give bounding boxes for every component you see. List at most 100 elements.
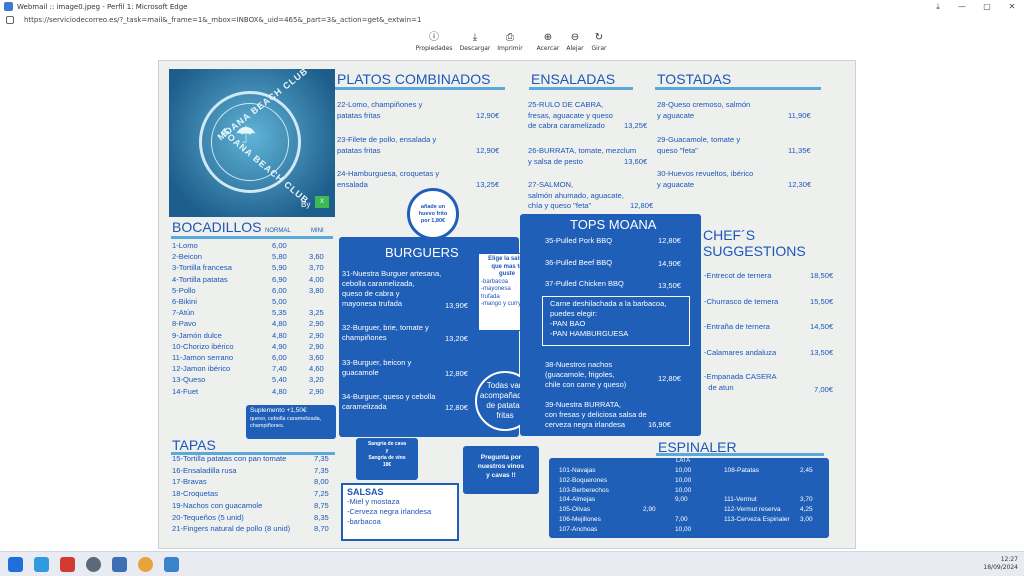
title-bar: Webmail :: image0.jpeg - Perfil 1: Micro… [0,0,1024,13]
tapa-name: 17-Bravas [172,477,207,487]
bocadillo-normal: 6,00 [272,353,287,362]
bocadillo-name: 11-Jamon serrano [172,353,234,362]
chef-item: -Entraña de ternera [704,322,770,331]
download-indicator-icon[interactable]: ⤓ [926,0,950,13]
egg-badge: añade un huevo frito por 1,80€ [407,188,459,240]
tostadas-title: TOSTADAS [657,71,732,87]
start-icon[interactable] [8,557,23,572]
espinaler-col: LATA [676,458,691,464]
ensaladas-item: 27-SALMON, salmón ahumado, aguacate, chía … [528,180,624,210]
umbrella-icon: ☂ [235,122,257,149]
espinaler-item: 108-Patatas [724,467,760,474]
tapas-title: TAPAS [172,437,216,453]
tops-title: TOPS MOANA [570,217,657,232]
ensaladas-item: 26-BURRATA, tomate, mezclum y salsa de pe… [528,146,637,166]
espinaler-item: 106-Mejillones [559,516,601,523]
menu-image: MOANA BEACH CLUB MOANA BEACH CLUB ☂ By X… [158,60,856,549]
chrome-icon[interactable] [138,557,153,572]
salsas-box: SALSAS -Miel y mostaza -Cerveza negra irl… [341,483,459,541]
logo-by: By [301,200,311,209]
address-bar[interactable]: https://serviciodecorreo.es/?_task=mail&… [0,13,1024,27]
burguer-item: 31-Nuestra Burguer artesana, cebolla cara… [342,269,442,308]
bocadillos-title: BOCADILLOS [172,219,262,235]
chef-item: -Entrecot de ternera [704,271,772,280]
burguer-item: 33-Burguer, beicon y guacamole [342,358,412,377]
tops-item: 37-Pulled Chicken BBQ [545,279,624,288]
espinaler-price: 10,00 [675,476,692,484]
bocadillo-normal: 6,00 [272,241,287,250]
app-icon[interactable] [164,557,179,572]
tops-box: TOPS MOANA 35-Pulled Pork BBQ 12,80€ 36-… [520,214,701,436]
tapa-name: 20-Tequeños (5 unid) [172,512,244,522]
app-icon[interactable] [112,557,127,572]
lock-icon[interactable] [6,16,14,24]
tops-note: Carne deshilachada a la barbacoa, puedes … [542,296,690,346]
bocadillo-normal: 4,80 [272,330,287,340]
print-button[interactable]: ⎙ Imprimir [490,31,530,52]
download-icon: ⤓ [472,32,478,43]
bocadillo-mini: 2,90 [309,330,324,340]
bocadillo-name: 13-Queso [172,375,206,385]
bocadillo-name: 5-Pollo [172,285,196,295]
tops-item: 35-Pulled Pork BBQ [545,236,613,245]
burguers-title: BURGUERS [385,245,459,260]
bocadillo-name: 7-Atún [172,308,195,318]
bocadillo-mini: 3,80 [309,285,324,295]
bocadillo-name: 1-Lomo [172,241,198,250]
bocadillo-name: 10-Chorizo ibérico [172,341,234,351]
tapa-price: 8,70 [314,524,329,534]
bocadillo-name: 8-Pavo [172,319,197,329]
close-button[interactable]: ✕ [1000,0,1024,13]
bocadillo-normal: 5,90 [272,263,287,273]
bocadillo-name: 14-Fuet [172,386,199,396]
url-text[interactable]: https://serviciodecorreo.es/?_task=mail&… [24,16,421,24]
tapa-price: 8,75 [314,500,329,510]
bocadillo-normal: 7,40 [272,364,287,374]
clock[interactable]: 12:27 18/09/2024 [983,556,1018,572]
bocadillo-name: 2-Beicon [172,252,202,262]
col-mini: MINI [311,228,324,234]
bocadillo-mini: 3,25 [309,308,324,318]
espinaler-price: 10,00 [675,467,692,474]
ensaladas-item: 25-RULO DE CABRA, fresas, aguacate y ques… [528,100,613,130]
tapa-name: 16-Ensaladilla rusa [172,465,237,475]
espinaler-price: 9,00 [675,496,688,504]
tapa-price: 7,35 [314,465,329,475]
edge-icon[interactable] [34,557,49,572]
espinaler-item: 111-Vermut [724,496,757,503]
espinaler-item: 104-Almejas [559,496,596,504]
bocadillo-normal: 6,00 [272,285,287,295]
chrome-icon[interactable] [86,557,101,572]
properties-button[interactable]: ⓘ Propiedades [414,31,454,52]
moana-logo: MOANA BEACH CLUB MOANA BEACH CLUB ☂ By X [169,69,335,217]
rotate-button[interactable]: ↻ Girar [579,31,619,52]
tapa-price: 8,00 [314,477,329,487]
salsas-title: SALSAS [347,487,384,497]
tostadas-item: 30-Huevos revueltos, ibérico y aguacate [657,169,754,189]
badge-icon: X [315,196,329,208]
bocadillo-normal: 5,35 [272,308,287,318]
bocadillo-normal: 4,90 [272,341,287,351]
bocadillo-mini: 2,90 [309,386,324,396]
tapa-price: 7,35 [314,454,329,463]
maximize-button[interactable]: ▢ [975,0,999,13]
espinaler-item: 103-Berberechos [559,486,609,494]
tapa-name: 19-Nachos con guacamole [172,500,263,510]
espinaler-price: 3,00 [800,516,813,523]
app-icon[interactable] [60,557,75,572]
espinaler-price: 3,70 [800,496,813,503]
sangria-box: Sangria de cava y Sangria de vino 18€ [356,438,418,480]
tostadas-item: 28-Queso cremoso, salmón y aguacate [657,100,751,120]
bocadillo-mini: 2,90 [309,319,324,329]
print-icon: ⎙ [506,32,514,43]
col-normal: NORMAL [265,228,291,234]
minimize-button[interactable]: — [950,0,974,13]
download-button[interactable]: ⤓ Descargar [455,31,495,52]
espinaler-item: 112-Vermut reserva [724,506,781,513]
bocadillo-mini: 3,60 [309,353,324,362]
platos-item: 23-Filete de pollo, ensalada y patatas fr… [337,135,437,155]
tops-item: 38-Nuestros nachos (guacamole, frigoles, c… [545,360,627,389]
bocadillo-mini: 3,60 [309,252,324,262]
espinaler-item: 107-Anchoas [559,525,598,533]
burguer-item: 34-Burguer, queso y cebolla caramelizada [342,392,436,411]
